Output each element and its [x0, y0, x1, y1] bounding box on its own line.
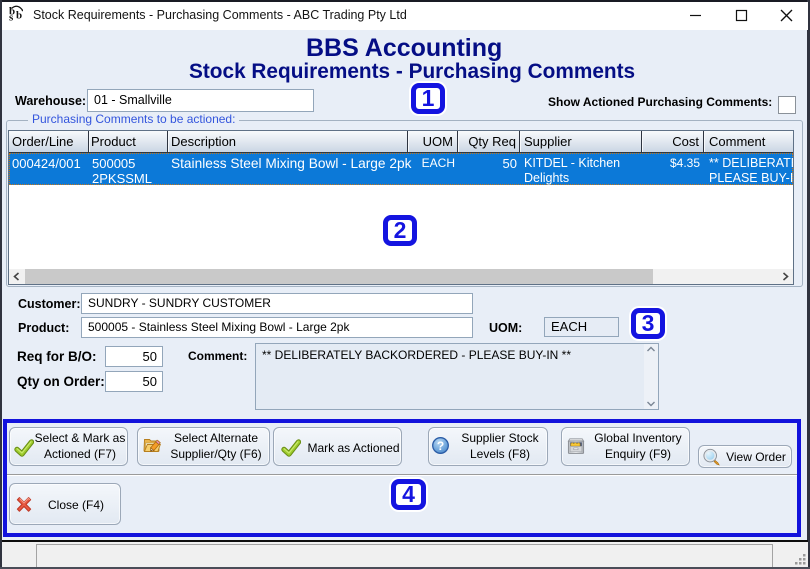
svg-text:?: ? [437, 439, 444, 453]
svg-text:b: b [16, 10, 22, 22]
svg-text:s: s [9, 12, 14, 24]
